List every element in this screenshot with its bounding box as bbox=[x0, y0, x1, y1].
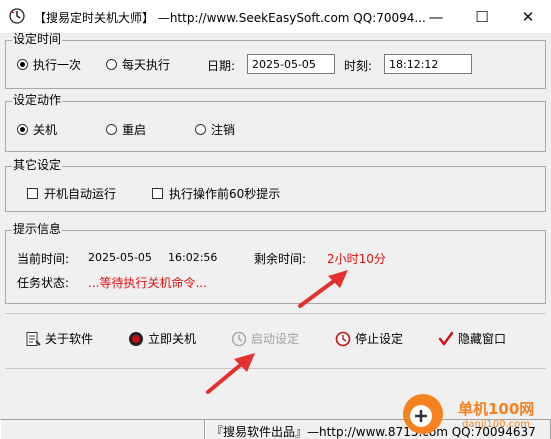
radio-logoff-label: 注销 bbox=[211, 123, 236, 137]
task-status-value: ...等待执行关机命令... bbox=[88, 276, 207, 290]
annotation-arrow-start bbox=[206, 353, 255, 394]
current-time-label: 当前时间: bbox=[17, 252, 70, 266]
action-settings-title: 设定动作 bbox=[12, 93, 63, 108]
autostart-checkbox[interactable]: 开机自动运行 bbox=[27, 185, 116, 202]
radio-unselected-icon bbox=[106, 124, 117, 135]
hide-window-label: 隐藏窗口 bbox=[458, 332, 507, 346]
clock-icon bbox=[231, 331, 247, 346]
hide-window-button[interactable]: 隐藏窗口 bbox=[438, 330, 506, 347]
checkbox-unchecked-icon bbox=[27, 188, 38, 199]
about-button[interactable]: 关于软件 bbox=[25, 330, 93, 347]
shutdown-now-label: 立即关机 bbox=[148, 332, 197, 346]
remaining-value: 2小时10分 bbox=[327, 252, 386, 266]
warn60-label: 执行操作前60秒提示 bbox=[169, 187, 281, 201]
statusbar-label: 『搜易软件出品』—http://www.8715.com QQ:70094637 bbox=[211, 425, 536, 439]
stop-clock-icon bbox=[335, 331, 351, 346]
start-setting-label: 启动设定 bbox=[251, 332, 300, 346]
toolbar-separator bbox=[5, 313, 546, 314]
radio-run-daily[interactable]: 每天执行 bbox=[106, 56, 170, 73]
task-status-label: 任务状态: bbox=[17, 276, 70, 290]
watermark-site: 单机100网 bbox=[458, 400, 535, 418]
close-icon: ✕ bbox=[521, 7, 535, 26]
start-setting-button[interactable]: 启动设定 bbox=[231, 330, 299, 347]
radio-run-daily-label: 每天执行 bbox=[122, 58, 171, 72]
current-date-value: 2025-05-05 bbox=[88, 251, 152, 264]
radio-selected-icon bbox=[17, 124, 28, 135]
time-label: 时刻: bbox=[344, 59, 373, 73]
warn60-checkbox[interactable]: 执行操作前60秒提示 bbox=[152, 185, 280, 202]
document-icon bbox=[26, 331, 41, 346]
checkmark-icon bbox=[438, 331, 454, 346]
window-title: 【搜易定时关机大师】 —http://www.SeekEasySoft.com … bbox=[34, 11, 426, 25]
shutdown-now-button[interactable]: 立即关机 bbox=[128, 330, 196, 347]
radio-run-once-label: 执行一次 bbox=[33, 58, 82, 72]
close-button[interactable]: ✕ bbox=[505, 0, 551, 33]
radio-shutdown[interactable]: 关机 bbox=[17, 121, 57, 138]
action-settings-group: 设定动作 bbox=[5, 93, 546, 152]
stop-setting-label: 停止设定 bbox=[355, 332, 404, 346]
checkbox-unchecked-icon bbox=[152, 188, 163, 199]
minimize-icon: — bbox=[428, 7, 444, 26]
about-label: 关于软件 bbox=[45, 332, 94, 346]
other-settings-title: 其它设定 bbox=[12, 158, 63, 173]
maximize-icon: ☐ bbox=[475, 7, 489, 26]
radio-shutdown-label: 关机 bbox=[33, 123, 58, 137]
radio-logoff[interactable]: 注销 bbox=[195, 121, 235, 138]
date-label: 日期: bbox=[207, 59, 236, 73]
title-bar: 【搜易定时关机大师】 —http://www.SeekEasySoft.com … bbox=[0, 0, 551, 34]
info-title: 提示信息 bbox=[12, 222, 63, 237]
radio-unselected-icon bbox=[106, 59, 117, 70]
remaining-label: 剩余时间: bbox=[254, 252, 307, 266]
statusbar-left bbox=[0, 419, 205, 439]
autostart-label: 开机自动运行 bbox=[44, 187, 117, 201]
time-settings-title: 设定时间 bbox=[12, 32, 63, 47]
current-time-value: 16:02:56 bbox=[168, 251, 218, 264]
radio-unselected-icon bbox=[195, 124, 206, 135]
lower-separator bbox=[5, 368, 546, 369]
radio-run-once[interactable]: 执行一次 bbox=[17, 56, 81, 73]
info-group: 提示信息 bbox=[5, 222, 546, 304]
record-icon bbox=[129, 331, 143, 346]
time-field[interactable] bbox=[384, 54, 472, 74]
radio-restart[interactable]: 重启 bbox=[106, 121, 146, 138]
stop-setting-button[interactable]: 停止设定 bbox=[335, 330, 403, 347]
radio-restart-label: 重启 bbox=[122, 123, 147, 137]
maximize-button[interactable]: ☐ bbox=[459, 0, 505, 33]
minimize-button[interactable]: — bbox=[413, 0, 459, 33]
statusbar-text: 『搜易软件出品』—http://www.8715.com QQ:70094637 bbox=[205, 419, 551, 439]
radio-selected-icon bbox=[17, 59, 28, 70]
clock-icon bbox=[9, 8, 25, 24]
date-field[interactable] bbox=[247, 54, 335, 74]
